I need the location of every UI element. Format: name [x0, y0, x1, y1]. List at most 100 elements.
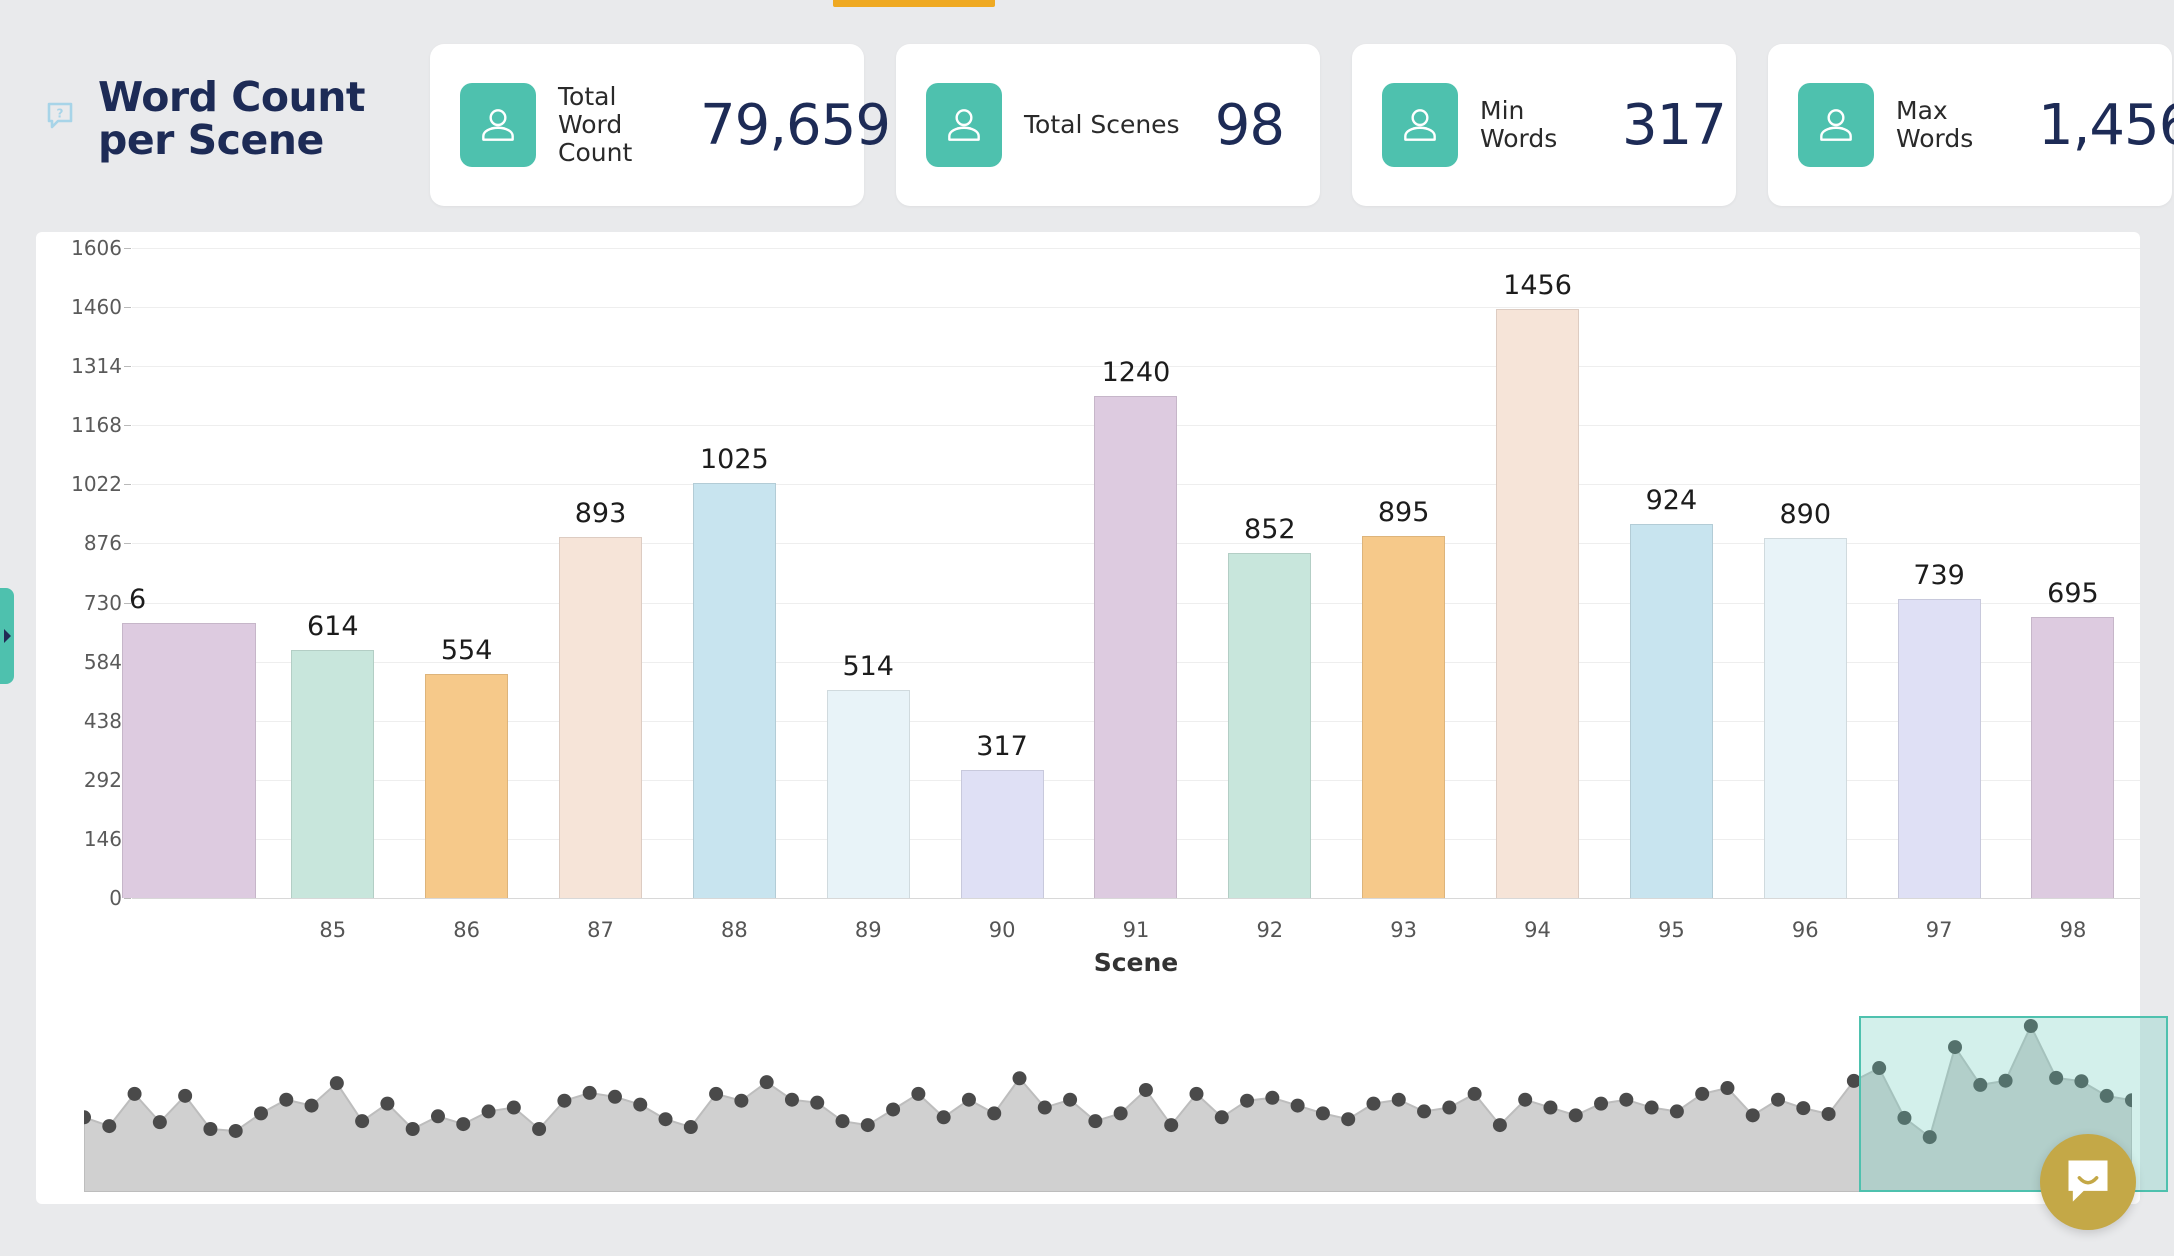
x-axis-title: Scene	[1093, 948, 1179, 977]
kpi-card-total-word-count[interactable]: Total Word Count 79,659	[430, 44, 891, 206]
bar[interactable]: 893	[559, 498, 642, 898]
bar-value-label: 1456	[1503, 269, 1572, 301]
gridline	[132, 898, 2140, 899]
minimap-point	[557, 1093, 572, 1108]
minimap-point	[1315, 1106, 1330, 1121]
minimap-point	[1467, 1086, 1482, 1101]
bar[interactable]: 895	[1362, 497, 1446, 898]
bar-value-label: 554	[440, 634, 493, 666]
bar-value-label: 695	[2047, 577, 2099, 609]
minimap-point	[1594, 1096, 1609, 1111]
y-axis-tick-label: 1460	[71, 295, 131, 320]
y-axis-tick-label: 146	[83, 826, 132, 851]
kpi-label: Min Words	[1480, 96, 1558, 153]
bar[interactable]: 739	[1897, 560, 1981, 898]
x-axis-tick-label: 92	[1256, 918, 1284, 942]
minimap-point	[607, 1089, 622, 1104]
kpi-label: Max Words	[1896, 96, 1974, 153]
bar-value-label: 680	[129, 583, 145, 615]
minimap-point	[1771, 1092, 1786, 1107]
bar-slot[interactable]: 1025	[667, 248, 801, 898]
bar[interactable]: 924	[1629, 485, 1713, 898]
bar[interactable]: 695	[2031, 578, 2115, 898]
minimap-point	[1088, 1114, 1103, 1129]
bar-value-label: 924	[1645, 485, 1698, 517]
bar-slot[interactable]: 695	[2006, 248, 2140, 898]
x-axis-tick-label: 90	[988, 918, 1016, 942]
y-axis-tick-label: 1314	[71, 354, 131, 379]
y-axis-tick-label: 292	[83, 767, 132, 792]
svg-text:?: ?	[57, 107, 64, 121]
minimap-point	[709, 1086, 724, 1101]
bar[interactable]: 514	[826, 651, 910, 898]
bar[interactable]: 1025	[692, 444, 776, 898]
page-title-line2: per Scene	[98, 116, 324, 165]
bar-value-label: 852	[1244, 514, 1296, 546]
minimap-point	[329, 1076, 344, 1091]
minimap-point	[1391, 1092, 1406, 1107]
bar-slot[interactable]: 890	[1738, 248, 1872, 898]
minimap-point	[1568, 1108, 1583, 1123]
minimap-point	[1164, 1118, 1179, 1133]
minimap-point	[835, 1114, 850, 1129]
bar-value-label: 317	[976, 730, 1028, 762]
minimap-point	[1265, 1090, 1280, 1105]
chat-launcher-button[interactable]	[2040, 1134, 2136, 1230]
minimap-sparkline	[84, 1019, 2132, 1192]
kpi-value: 98	[1214, 92, 1285, 158]
bar-slot[interactable]: 893	[534, 248, 668, 898]
y-axis-tick-label: 438	[83, 708, 132, 733]
kpi-card-min-words[interactable]: Min Words 317	[1352, 44, 1736, 206]
question-bubble-icon[interactable]: ?	[46, 101, 74, 129]
bar-slot[interactable]: 895	[1337, 248, 1471, 898]
minimap-point	[279, 1092, 294, 1107]
bar[interactable]: 890	[1763, 499, 1847, 898]
minimap-point	[1012, 1071, 1027, 1086]
bar-slot[interactable]: 1240	[1069, 248, 1203, 898]
bar[interactable]: 614	[291, 611, 375, 898]
x-axis-tick-label: 86	[453, 918, 481, 942]
minimap-point	[658, 1112, 673, 1127]
bar[interactable]: 1456	[1496, 270, 1580, 898]
minimap-point	[506, 1100, 521, 1115]
range-minimap[interactable]	[84, 1012, 2168, 1192]
chat-bubble-icon	[2062, 1154, 2114, 1211]
bar-slot[interactable]: 680	[122, 248, 266, 898]
minimap-point	[102, 1119, 117, 1134]
bar-slot[interactable]: 739	[1872, 248, 2006, 898]
bar-slot[interactable]: 852	[1203, 248, 1337, 898]
kpi-card-max-words[interactable]: Max Words 1,456	[1768, 44, 2174, 206]
minimap-point	[203, 1121, 218, 1136]
top-progress-bar	[833, 0, 995, 7]
y-axis: 0 146 292 438 584 730 876 1022 1168 1314 1460 1606	[36, 236, 132, 910]
y-axis-tick-label: 730	[83, 590, 132, 615]
minimap-point	[1214, 1110, 1229, 1125]
person-icon	[926, 83, 1002, 167]
minimap-point	[1695, 1086, 1710, 1101]
bar-value-label: 614	[307, 610, 359, 642]
bar-value-label: 514	[842, 650, 894, 682]
expand-panel-tab[interactable]	[0, 588, 14, 684]
bar[interactable]: 680	[122, 584, 256, 898]
bar-slot[interactable]: 614	[266, 248, 400, 898]
bar[interactable]: 554	[425, 635, 509, 898]
minimap-point	[911, 1086, 926, 1101]
bar[interactable]: 852	[1228, 514, 1312, 898]
bar-value-label: 739	[1913, 559, 1965, 591]
page-title-line1: Word Count	[98, 73, 366, 121]
bar-slot[interactable]: 924	[1604, 248, 1738, 898]
minimap-point	[228, 1123, 243, 1138]
bar-slot[interactable]: 1456	[1471, 248, 1605, 898]
bar-slot[interactable]: 514	[801, 248, 935, 898]
x-axis: 85 86 87 88 89 90 91 92 93 94 95 96 97 98	[132, 904, 2140, 948]
minimap-point	[456, 1117, 471, 1132]
bar-slot[interactable]: 554	[400, 248, 534, 898]
bar-slot[interactable]: 317	[935, 248, 1069, 898]
bar[interactable]: 317	[960, 731, 1044, 898]
bar[interactable]: 1240	[1094, 357, 1178, 898]
minimap-point	[1821, 1106, 1836, 1121]
kpi-card-total-scenes[interactable]: Total Scenes 98	[896, 44, 1320, 206]
bar-value-label: 1240	[1101, 357, 1171, 389]
minimap-point	[1720, 1081, 1735, 1096]
chart-panel: 0 146 292 438 584 730 876 1022 1168 1314 1460 1606 …	[36, 232, 2168, 1204]
